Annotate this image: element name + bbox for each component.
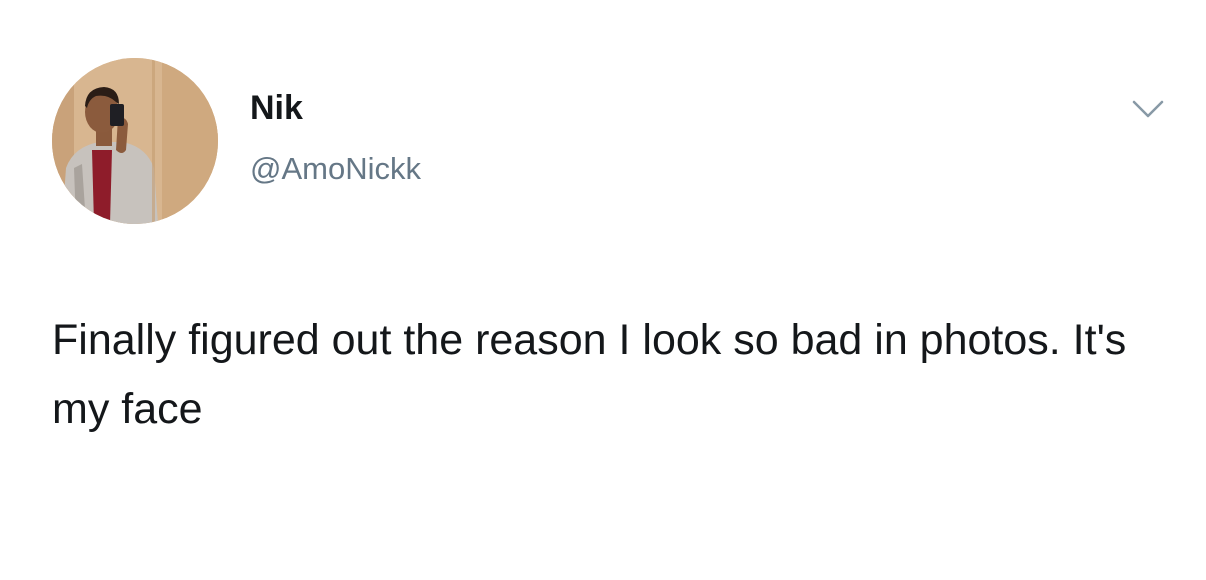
user-avatar-photo bbox=[52, 58, 218, 224]
tweet-text: Finally figured out the reason I look so… bbox=[52, 316, 1127, 433]
user-handle[interactable]: @AmoNickk bbox=[250, 150, 421, 188]
display-name[interactable]: Nik bbox=[250, 88, 303, 128]
avatar[interactable] bbox=[52, 58, 218, 224]
chevron-down-icon[interactable] bbox=[1128, 94, 1168, 124]
tweet-card: Nik @AmoNickk Finally figured out the re… bbox=[0, 0, 1206, 580]
